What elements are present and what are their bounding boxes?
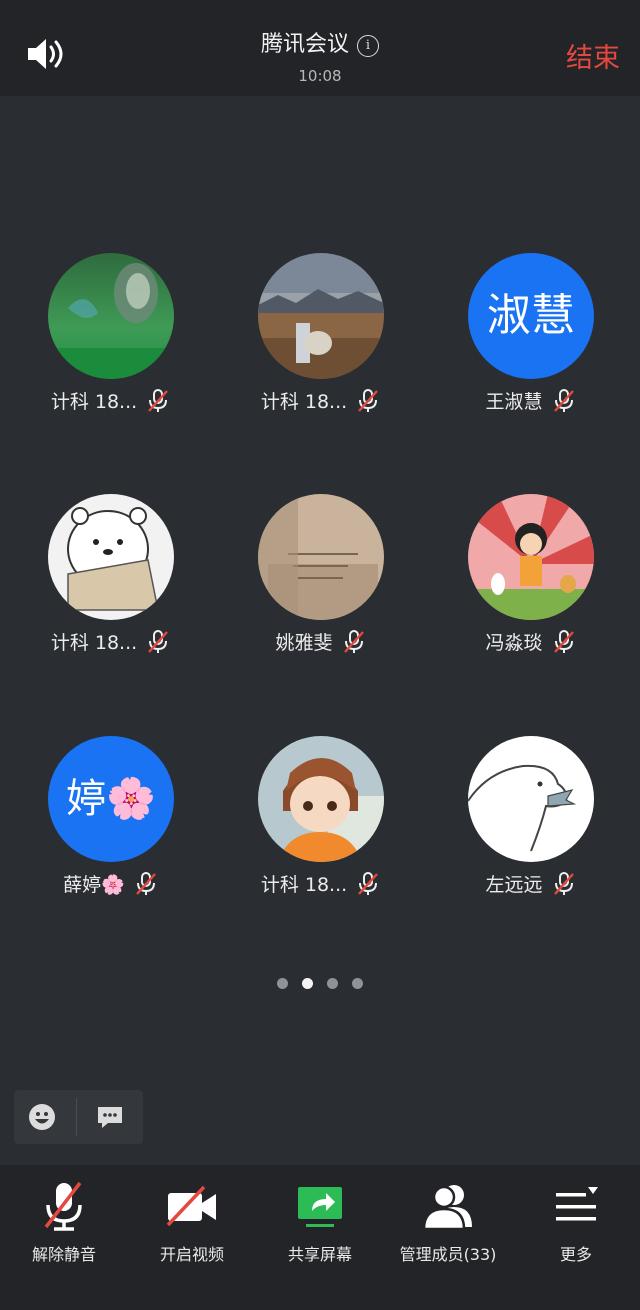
- avatar: [258, 253, 384, 379]
- meeting-title-wrap[interactable]: 腾讯会议 i: [0, 26, 640, 58]
- manage-members-label: 管理成员(33): [399, 1245, 497, 1264]
- page-dot[interactable]: [352, 978, 363, 989]
- avatar: 淑慧: [468, 253, 594, 379]
- more-button[interactable]: 更多: [512, 1175, 640, 1275]
- page-dot-active[interactable]: [302, 978, 313, 989]
- start-video-button[interactable]: 开启视频: [128, 1175, 256, 1275]
- avatar: [468, 736, 594, 862]
- avatar: [468, 494, 594, 620]
- share-screen-icon: [298, 1187, 342, 1227]
- end-meeting-button[interactable]: 结束: [566, 36, 620, 75]
- participant-name: 左远远: [485, 874, 543, 896]
- avatar: [48, 494, 174, 620]
- chat-icon[interactable]: [96, 1104, 124, 1130]
- page-indicator[interactable]: [0, 974, 640, 993]
- avatar: [48, 253, 174, 379]
- participant-name: 冯淼琰: [485, 632, 543, 654]
- participant-tile[interactable]: 婷🌸 薛婷🌸: [20, 736, 200, 906]
- meeting-time: 10:08: [298, 67, 342, 85]
- participant-tile[interactable]: 计科 18...: [20, 253, 200, 423]
- chat-float-bar: [14, 1090, 143, 1144]
- participant-tile[interactable]: 姚雅斐: [230, 494, 410, 664]
- mic-muted-icon: [553, 629, 574, 653]
- participant-name: 薛婷🌸: [63, 874, 125, 896]
- participant-tile[interactable]: 淑慧 王淑慧: [440, 253, 620, 423]
- divider: [76, 1098, 77, 1136]
- unmute-label: 解除静音: [31, 1245, 96, 1264]
- unmute-button[interactable]: 解除静音: [0, 1175, 128, 1275]
- video-off-icon: [166, 1185, 216, 1227]
- bottom-toolbar: 解除静音 开启视频 共享屏幕 管理成员(33) 更多: [0, 1165, 640, 1310]
- mic-muted-icon: [553, 388, 574, 412]
- page-dot[interactable]: [327, 978, 338, 989]
- participant-name: 计科 18...: [260, 391, 348, 413]
- mic-muted-icon: [358, 871, 379, 895]
- mic-muted-icon: [358, 388, 379, 412]
- participant-name: 王淑慧: [485, 391, 543, 413]
- more-menu-icon: [556, 1187, 598, 1221]
- emoji-icon[interactable]: [28, 1103, 56, 1131]
- more-label: 更多: [559, 1245, 592, 1264]
- share-screen-label: 共享屏幕: [287, 1245, 352, 1264]
- start-video-label: 开启视频: [159, 1245, 224, 1264]
- participant-tile[interactable]: 计科 18...: [230, 253, 410, 423]
- participant-tile[interactable]: 计科 18...: [230, 736, 410, 906]
- mic-muted-icon: [135, 871, 156, 895]
- meeting-title: 腾讯会议: [260, 32, 349, 57]
- participant-tile[interactable]: 计科 18...: [20, 494, 200, 664]
- avatar: [258, 736, 384, 862]
- info-icon[interactable]: i: [357, 35, 379, 57]
- mic-muted-icon: [553, 871, 574, 895]
- page-dot[interactable]: [277, 978, 288, 989]
- members-icon: [422, 1185, 472, 1231]
- mic-muted-icon: [148, 629, 169, 653]
- participant-tile[interactable]: 冯淼琰: [440, 494, 620, 664]
- mic-muted-icon: [44, 1181, 82, 1231]
- participant-name: 计科 18...: [50, 391, 138, 413]
- participant-tile[interactable]: 左远远: [440, 736, 620, 906]
- avatar: 婷🌸: [48, 736, 174, 862]
- mic-muted-icon: [148, 388, 169, 412]
- share-screen-button[interactable]: 共享屏幕: [256, 1175, 384, 1275]
- participant-name: 计科 18...: [50, 632, 138, 654]
- participant-name: 计科 18...: [260, 874, 348, 896]
- top-bar: 腾讯会议 i 10:08 结束: [0, 0, 640, 96]
- mic-muted-icon: [343, 629, 364, 653]
- participant-name: 姚雅斐: [275, 632, 333, 654]
- manage-members-button[interactable]: 管理成员(33): [384, 1175, 512, 1275]
- avatar: [258, 494, 384, 620]
